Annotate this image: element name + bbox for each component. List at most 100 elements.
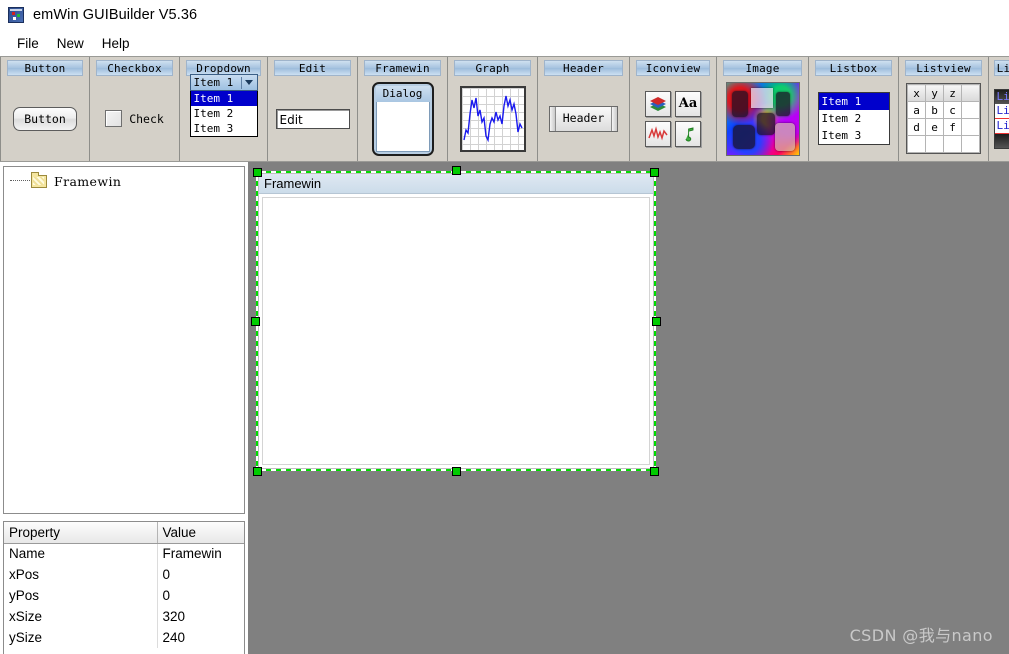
framewin-widget[interactable]: Framewin <box>258 173 654 469</box>
property-row-xsize[interactable]: xSize 320 <box>4 606 244 627</box>
property-grid[interactable]: Property Value Name Framewin xPos 0 yPos… <box>3 521 245 654</box>
header-grip-right[interactable] <box>611 107 617 131</box>
property-row-name[interactable]: Name Framewin <box>4 543 244 564</box>
chart-icon[interactable] <box>645 121 671 147</box>
property-row-ypos[interactable]: yPos 0 <box>4 585 244 606</box>
property-name: Name <box>4 543 157 564</box>
palette-cell-listwheel[interactable]: Li Lis Lis Lis <box>989 57 1009 161</box>
listview-column-header[interactable]: x <box>908 85 926 102</box>
palette-cell-title: Li <box>994 60 1009 76</box>
chevron-down-icon[interactable] <box>245 80 253 85</box>
property-row-xpos[interactable]: xPos 0 <box>4 564 244 585</box>
listbox-sample[interactable]: Item 1 Item 2 Item 3 <box>818 92 890 145</box>
listbox-item[interactable]: Item 3 <box>819 127 889 144</box>
palette-cell-title: Graph <box>454 60 531 76</box>
music-note-icon[interactable] <box>675 121 701 147</box>
palette-cell-preview <box>720 76 805 161</box>
menu-item-new[interactable]: New <box>48 34 93 53</box>
palette-cell-edit[interactable]: Edit Edit <box>268 57 358 161</box>
books-icon[interactable] <box>645 91 671 117</box>
property-value[interactable]: 0 <box>157 564 244 585</box>
palette-cell-checkbox[interactable]: Checkbox Check <box>90 57 180 161</box>
palette-cell-header[interactable]: Header Header <box>538 57 630 161</box>
dropdown-option-list[interactable]: Item 1 Item 2 Item 3 <box>190 91 258 137</box>
framewin-client-area[interactable] <box>262 197 650 465</box>
resize-handle-top-right[interactable] <box>650 168 659 177</box>
resize-handle-middle-right[interactable] <box>652 317 661 326</box>
resize-handle-bottom-center[interactable] <box>452 467 461 476</box>
palette-cell-image[interactable]: Image <box>717 57 809 161</box>
design-canvas[interactable]: Framewin CSDN @我与nano <box>248 162 1009 654</box>
selected-widget-framewin[interactable]: Framewin <box>256 171 656 471</box>
palette-cell-graph[interactable]: Graph <box>448 57 538 161</box>
property-name: ySize <box>4 627 157 648</box>
property-value[interactable]: 320 <box>157 606 244 627</box>
listview-cell: b <box>926 102 944 119</box>
widget-tree[interactable]: Framewin <box>3 166 245 514</box>
widget-palette: Button Button Checkbox Check Dropdown It… <box>0 56 1009 162</box>
listview-column-header[interactable]: y <box>926 85 944 102</box>
listwheel-item[interactable]: Lis <box>995 119 1009 134</box>
watermark-text: CSDN @我与nano <box>850 622 993 646</box>
listview-sample[interactable]: x y z a b c d e f <box>906 83 981 154</box>
listview-row-empty <box>908 136 980 153</box>
tree-item-framewin[interactable]: Framewin <box>10 172 241 190</box>
dropdown-option[interactable]: Item 1 <box>191 91 257 106</box>
listview-column-header[interactable]: z <box>944 85 962 102</box>
listbox-item[interactable]: Item 1 <box>819 93 889 110</box>
graph-sample <box>460 86 526 152</box>
property-name: xSize <box>4 606 157 627</box>
menu-item-file[interactable]: File <box>8 34 48 53</box>
palette-cell-preview: Header <box>541 76 626 161</box>
header-sample[interactable]: Header <box>549 106 619 132</box>
palette-cell-button[interactable]: Button Button <box>0 57 90 161</box>
canvas-pane[interactable]: Framewin <box>250 164 656 472</box>
listview-cell: f <box>944 119 962 136</box>
widget-button-sample[interactable]: Button <box>13 107 77 131</box>
palette-cell-dropdown[interactable]: Dropdown Item 1 Item 1 Item 2 Item 3 <box>180 57 268 161</box>
checkbox-box-icon[interactable] <box>105 110 122 127</box>
palette-cell-preview: Lis Lis Lis <box>991 76 1009 161</box>
text-aa-icon[interactable]: Aa <box>675 91 701 117</box>
property-row-ysize[interactable]: ySize 240 <box>4 627 244 648</box>
palette-cell-preview: x y z a b c d e f <box>902 76 985 161</box>
palette-cell-listview[interactable]: Listview x y z a b c <box>899 57 989 161</box>
resize-handle-top-left[interactable] <box>253 168 262 177</box>
palette-cell-title: Header <box>544 60 623 76</box>
listwheel-sample[interactable]: Lis Lis Lis <box>994 89 1009 149</box>
listview-cell: e <box>926 119 944 136</box>
property-value[interactable]: Framewin <box>157 543 244 564</box>
property-value[interactable]: 0 <box>157 585 244 606</box>
edit-field-sample[interactable]: Edit <box>276 109 350 129</box>
property-grid-header: Property Value <box>4 522 244 543</box>
listwheel-item[interactable]: Lis <box>995 104 1009 119</box>
listview-header-row: x y z <box>908 85 980 102</box>
listbox-item[interactable]: Item 2 <box>819 110 889 127</box>
listwheel-item-partial[interactable] <box>995 134 1009 148</box>
resize-handle-top-center[interactable] <box>452 166 461 175</box>
resize-handle-bottom-right[interactable] <box>650 467 659 476</box>
listview-row[interactable]: d e f <box>908 119 980 136</box>
dropdown-option[interactable]: Item 3 <box>191 121 257 136</box>
palette-cell-title: Edit <box>274 60 351 76</box>
palette-cell-title: Checkbox <box>96 60 173 76</box>
palette-cell-preview: Item 1 Item 2 Item 3 <box>812 76 895 161</box>
dropdown-closed-box[interactable]: Item 1 <box>190 74 258 91</box>
framewin-sample-body <box>376 102 430 152</box>
menu-item-help[interactable]: Help <box>93 34 139 53</box>
listview-row[interactable]: a b c <box>908 102 980 119</box>
palette-cell-listbox[interactable]: Listbox Item 1 Item 2 Item 3 <box>809 57 899 161</box>
listwheel-item[interactable]: Lis <box>995 90 1009 104</box>
palette-cell-iconview[interactable]: Iconview Aa <box>630 57 717 161</box>
palette-cell-preview: Button <box>4 76 86 161</box>
framewin-title-bar[interactable]: Framewin <box>259 174 653 194</box>
resize-handle-bottom-left[interactable] <box>253 467 262 476</box>
palette-cell-framewin[interactable]: Framewin Dialog <box>358 57 448 161</box>
listview-cell-empty <box>962 102 980 119</box>
dropdown-option[interactable]: Item 2 <box>191 106 257 121</box>
resize-handle-middle-left[interactable] <box>251 317 260 326</box>
palette-cell-title: Image <box>723 60 802 76</box>
property-value[interactable]: 240 <box>157 627 244 648</box>
listview-cell-empty <box>908 136 926 153</box>
tree-item-label: Framewin <box>54 174 121 189</box>
